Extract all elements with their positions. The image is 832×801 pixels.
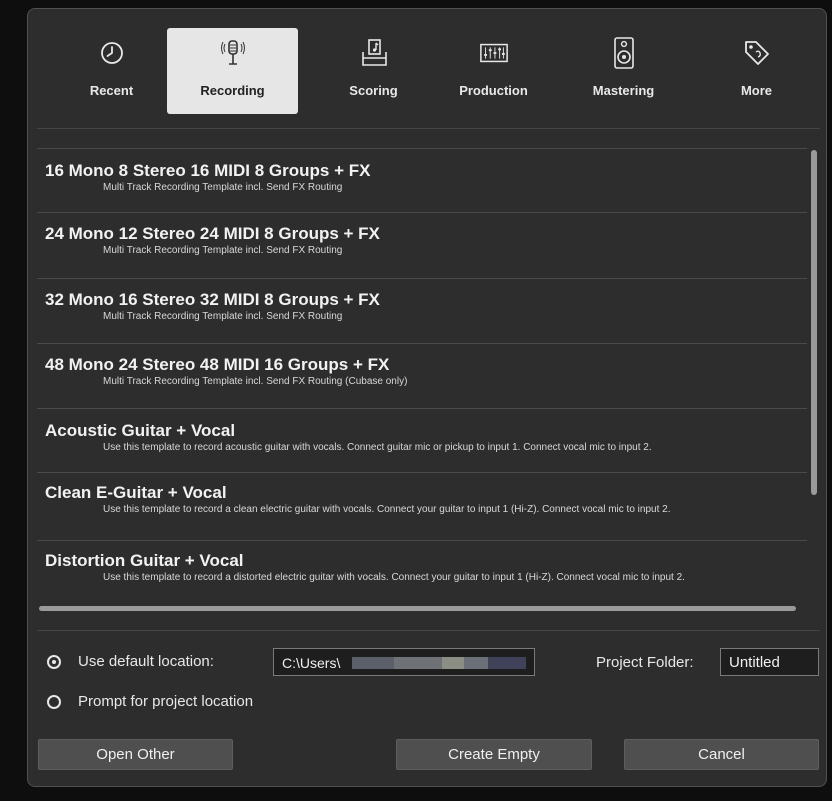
- project-folder-label: Project Folder:: [596, 654, 694, 671]
- redacted-block: [442, 657, 464, 669]
- path-text: C:\Users\: [282, 655, 341, 671]
- prompt-location-label: Prompt for project location: [78, 693, 254, 710]
- horizontal-scrollbar[interactable]: [39, 606, 796, 611]
- redacted-block: [394, 657, 442, 669]
- template-item[interactable]: 48 Mono 24 Stereo 48 MIDI 16 Groups + FX…: [37, 343, 807, 408]
- template-description: Use this template to record a distorted …: [103, 572, 685, 583]
- tab-more[interactable]: More: [691, 28, 822, 114]
- redacted-block: [352, 657, 394, 669]
- template-title: Clean E-Guitar + Vocal: [45, 483, 227, 502]
- template-item[interactable]: Acoustic Guitar + Vocal Use this templat…: [37, 408, 807, 472]
- prompt-location-radio[interactable]: [47, 695, 61, 709]
- vertical-scrollbar[interactable]: [811, 150, 817, 495]
- open-other-button[interactable]: Open Other: [38, 739, 233, 770]
- redacted-block: [464, 657, 488, 669]
- redacted-block: [488, 657, 526, 669]
- tab-label: Production: [459, 83, 528, 98]
- speaker-icon: [609, 37, 639, 69]
- score-icon: [359, 38, 389, 68]
- tag-icon: [742, 38, 772, 68]
- template-description: Multi Track Recording Template incl. Sen…: [103, 182, 343, 193]
- template-title: 48 Mono 24 Stereo 48 MIDI 16 Groups + FX: [45, 355, 390, 374]
- create-empty-button[interactable]: Create Empty: [396, 739, 592, 770]
- tab-label: Recent: [89, 83, 134, 98]
- tab-recording[interactable]: Recording: [167, 28, 298, 114]
- project-folder-input[interactable]: Untitled: [720, 648, 819, 676]
- template-title: 32 Mono 16 Stereo 32 MIDI 8 Groups + FX: [45, 290, 380, 309]
- tab-label: Scoring: [349, 83, 398, 98]
- template-description: Multi Track Recording Template incl. Sen…: [103, 245, 343, 256]
- tab-scoring[interactable]: Scoring: [308, 28, 439, 114]
- mixer-icon: [479, 38, 509, 68]
- tab-label: Mastering: [592, 83, 655, 98]
- template-item[interactable]: 24 Mono 12 Stereo 24 MIDI 8 Groups + FX …: [37, 212, 807, 278]
- default-location-label: Use default location:: [78, 653, 214, 670]
- template-title: Acoustic Guitar + Vocal: [45, 421, 236, 440]
- template-item[interactable]: Clean E-Guitar + Vocal Use this template…: [37, 472, 807, 540]
- divider: [37, 128, 820, 129]
- location-path-field[interactable]: C:\Users\: [273, 648, 535, 676]
- template-list[interactable]: 16 Mono 8 Stereo 16 MIDI 8 Groups + FX M…: [37, 148, 819, 614]
- tab-label: Recording: [200, 83, 265, 98]
- template-description: Use this template to record a clean elec…: [103, 504, 671, 515]
- template-title: 24 Mono 12 Stereo 24 MIDI 8 Groups + FX: [45, 224, 380, 243]
- default-location-radio[interactable]: [47, 655, 61, 669]
- tab-production[interactable]: Production: [428, 28, 559, 114]
- template-description: Multi Track Recording Template incl. Sen…: [103, 311, 343, 322]
- tab-label: More: [740, 83, 773, 98]
- template-title: 16 Mono 8 Stereo 16 MIDI 8 Groups + FX: [45, 161, 371, 180]
- microphone-icon: [218, 38, 248, 68]
- category-tabs: Recent Recording Scoring Production Mast…: [46, 28, 822, 114]
- template-item[interactable]: 32 Mono 16 Stereo 32 MIDI 8 Groups + FX …: [37, 278, 807, 343]
- tab-mastering[interactable]: Mastering: [558, 28, 689, 114]
- template-description: Use this template to record acoustic gui…: [103, 442, 652, 453]
- template-item[interactable]: Distortion Guitar + Vocal Use this templ…: [37, 540, 807, 614]
- template-title: Distortion Guitar + Vocal: [45, 551, 244, 570]
- divider: [37, 630, 820, 631]
- tab-recent[interactable]: Recent: [46, 28, 177, 114]
- template-item[interactable]: 16 Mono 8 Stereo 16 MIDI 8 Groups + FX M…: [37, 148, 807, 212]
- cancel-button[interactable]: Cancel: [624, 739, 819, 770]
- clock-icon: [97, 38, 127, 68]
- template-description: Multi Track Recording Template incl. Sen…: [103, 376, 408, 387]
